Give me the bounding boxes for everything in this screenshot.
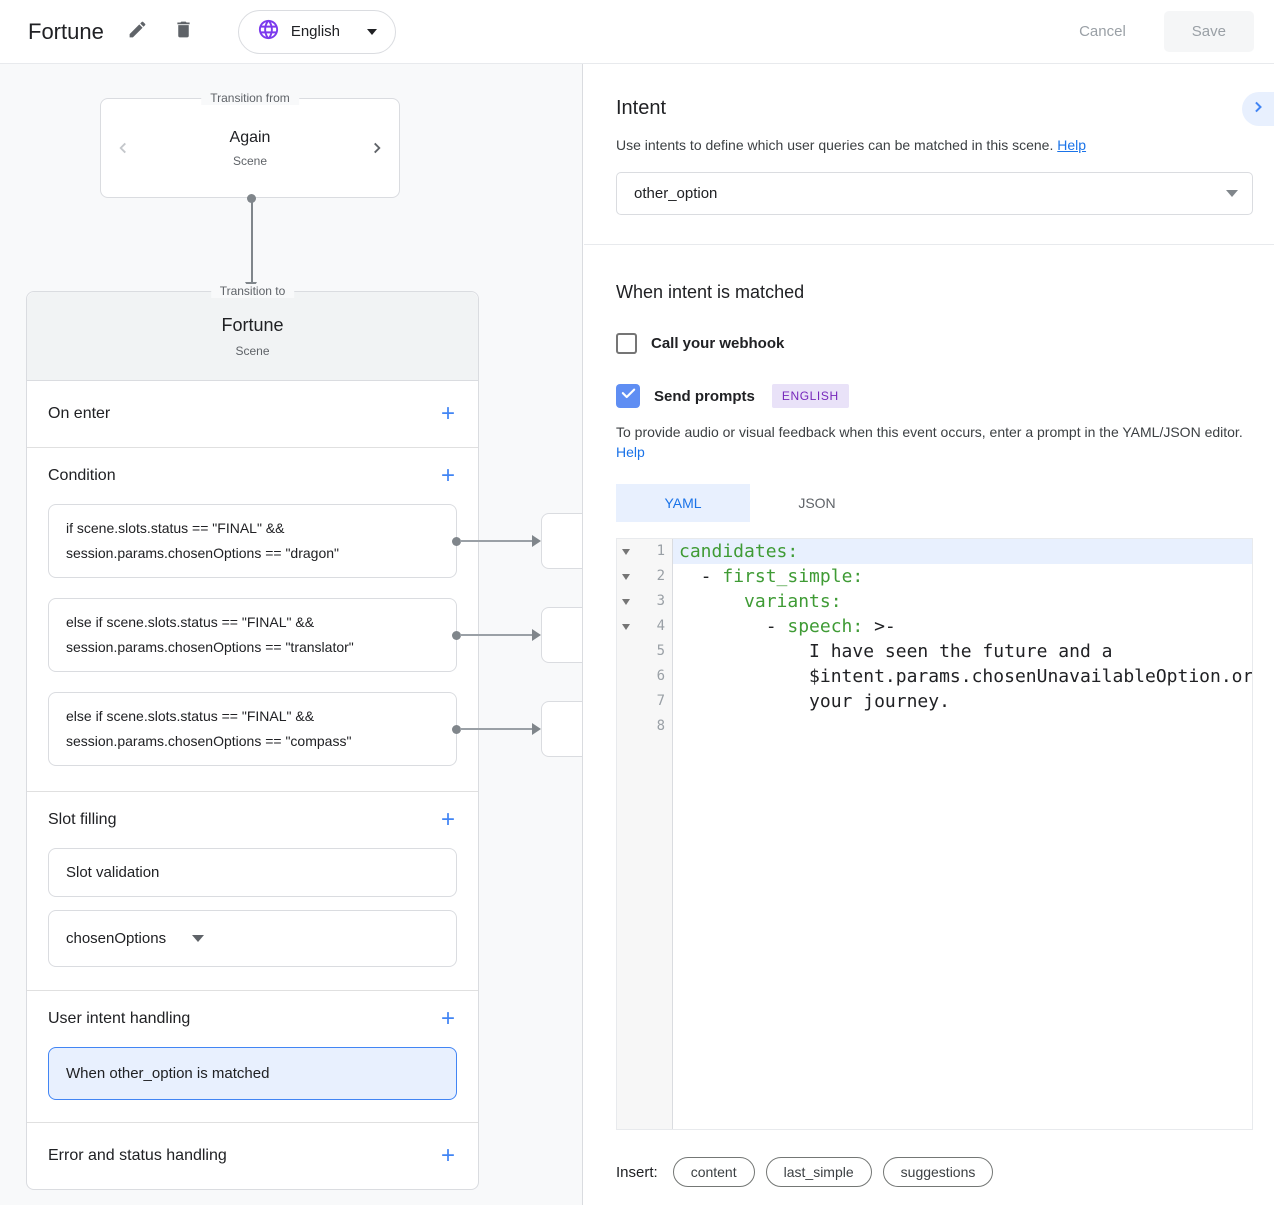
panel-title: Intent — [616, 64, 1253, 120]
scene-title: Fortune — [28, 19, 104, 45]
code-line — [673, 714, 1252, 739]
to-scene-name: Fortune — [221, 315, 283, 336]
code-line: variants: — [673, 589, 1252, 614]
chevron-down-icon — [367, 29, 377, 35]
section-condition: Condition + if scene.slots.status == "FI… — [27, 448, 478, 791]
transition-connector — [245, 194, 258, 292]
prompt-description: To provide audio or visual feedback when… — [616, 422, 1246, 462]
tab-yaml[interactable]: YAML — [616, 484, 750, 522]
connector-line — [460, 540, 534, 542]
cancel-button[interactable]: Cancel — [1061, 13, 1144, 50]
prompt-help-link[interactable]: Help — [616, 444, 645, 460]
code-line: candidates: — [673, 539, 1252, 564]
delete-scene-button[interactable] — [172, 20, 196, 44]
condition-target-scene[interactable] — [541, 701, 583, 757]
chevron-right-icon — [1248, 97, 1268, 122]
save-button[interactable]: Save — [1164, 11, 1254, 52]
add-on-enter-button[interactable]: + — [439, 404, 457, 424]
webhook-row: Call your webhook — [616, 333, 1253, 354]
editor-tabs: YAML JSON — [616, 484, 1253, 522]
call-webhook-checkbox[interactable] — [616, 333, 637, 354]
fold-icon[interactable] — [622, 624, 630, 630]
yaml-editor[interactable]: 1 2 3 4 5 6 7 8 candidates: - first_simp… — [616, 538, 1253, 1130]
editor-gutter: 1 2 3 4 5 6 7 8 — [617, 539, 673, 1129]
edit-scene-button[interactable] — [126, 20, 150, 44]
intent-description: Use intents to define which user queries… — [616, 137, 1253, 153]
condition-target-scene[interactable] — [541, 607, 583, 663]
transition-from-legend: Transition from — [201, 91, 299, 105]
intent-detail-panel: Intent Use intents to define which user … — [584, 64, 1274, 1205]
trash-icon — [173, 19, 194, 45]
scene-card-header[interactable]: Fortune Scene — [27, 292, 478, 381]
intent-select[interactable]: other_option — [616, 172, 1253, 215]
fold-icon[interactable] — [622, 549, 630, 555]
connector-line — [251, 198, 253, 284]
condition-item-translator[interactable]: else if scene.slots.status == "FINAL" &&… — [48, 598, 457, 672]
arrow-right-icon — [532, 629, 541, 641]
intent-help-link[interactable]: Help — [1057, 137, 1086, 153]
fold-icon[interactable] — [622, 574, 630, 580]
section-user-intent-handling: User intent handling + When other_option… — [27, 991, 478, 1100]
connector-line — [460, 634, 534, 636]
fold-icon[interactable] — [622, 599, 630, 605]
top-bar: Fortune English Cancel Save — [0, 0, 1274, 64]
arrow-right-icon — [532, 723, 541, 735]
add-error-handler-button[interactable]: + — [439, 1146, 457, 1166]
insert-last-simple-chip[interactable]: last_simple — [766, 1157, 872, 1187]
from-scene-name: Again — [230, 129, 271, 147]
send-prompts-checkbox[interactable] — [616, 384, 640, 408]
condition-target-scene[interactable] — [541, 513, 583, 569]
insert-content-chip[interactable]: content — [673, 1157, 755, 1187]
call-webhook-label: Call your webhook — [651, 335, 784, 352]
to-scene-type: Scene — [235, 344, 269, 358]
send-prompts-label: Send prompts — [654, 388, 755, 405]
condition-item-compass[interactable]: else if scene.slots.status == "FINAL" &&… — [48, 692, 457, 766]
selected-intent: other_option — [634, 185, 717, 202]
add-intent-handler-button[interactable]: + — [439, 1009, 457, 1029]
tab-json[interactable]: JSON — [750, 484, 884, 522]
transition-to-legend: Transition to — [211, 284, 295, 298]
slot-validation-item[interactable]: Slot validation — [48, 848, 457, 897]
code-line: - speech: >- — [673, 614, 1252, 639]
add-slot-button[interactable]: + — [439, 810, 457, 830]
insert-suggestions-chip[interactable]: suggestions — [883, 1157, 994, 1187]
scene-graph-panel: Transition from Again Scene Transition t… — [0, 64, 583, 1205]
arrow-right-icon — [532, 535, 541, 547]
insert-toolbar: Insert: content last_simple suggestions — [616, 1157, 1253, 1187]
code-line: $intent.params.chosenUnavailableOption.o… — [673, 664, 1252, 689]
collapse-panel-button[interactable] — [1242, 92, 1274, 126]
editor-content[interactable]: candidates: - first_simple: variants: - … — [673, 539, 1252, 1129]
code-line: - first_simple: — [673, 564, 1252, 589]
pencil-icon — [127, 19, 148, 45]
globe-icon — [257, 18, 280, 46]
section-error-status[interactable]: Error and status handling + — [27, 1123, 478, 1189]
transition-to-card: Transition to Fortune Scene On enter + C… — [26, 291, 479, 1190]
connector-line — [460, 728, 534, 730]
section-on-enter[interactable]: On enter + — [27, 381, 478, 447]
language-label: English — [291, 23, 340, 40]
intent-handler-selected[interactable]: When other_option is matched — [48, 1047, 457, 1100]
condition-item-dragon[interactable]: if scene.slots.status == "FINAL" && sess… — [48, 504, 457, 578]
slot-chosenoptions-item[interactable]: chosenOptions — [48, 910, 457, 967]
send-prompts-row: Send prompts ENGLISH — [616, 384, 1253, 408]
panel-divider — [584, 244, 1274, 245]
add-condition-button[interactable]: + — [439, 466, 457, 486]
transition-from-card[interactable]: Transition from Again Scene — [100, 98, 400, 198]
next-scene-button[interactable] — [365, 136, 389, 160]
code-line: I have seen the future and a — [673, 639, 1252, 664]
prev-scene-button[interactable] — [111, 136, 135, 160]
checkmark-icon — [620, 385, 637, 407]
language-badge: ENGLISH — [772, 384, 849, 408]
language-selector[interactable]: English — [238, 10, 396, 54]
insert-label: Insert: — [616, 1164, 658, 1181]
matched-section-title: When intent is matched — [616, 282, 1253, 303]
chevron-down-icon — [192, 935, 204, 942]
code-line: your journey. — [673, 689, 1252, 714]
section-slot-filling: Slot filling + Slot validation chosenOpt… — [27, 792, 478, 990]
chevron-down-icon — [1226, 190, 1238, 197]
from-scene-type: Scene — [230, 154, 271, 168]
